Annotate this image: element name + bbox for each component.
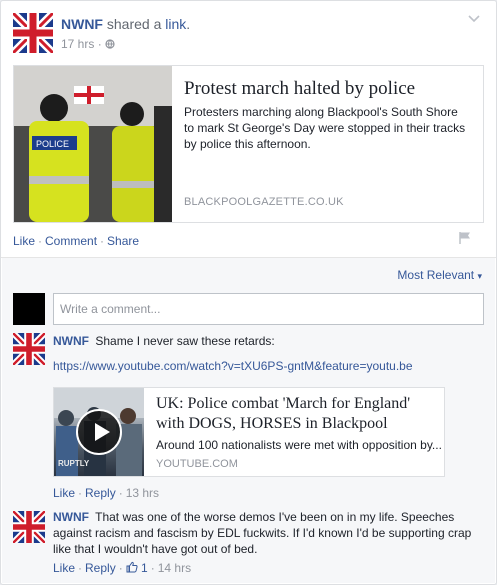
comment-url[interactable]: https://www.youtube.com/watch?v=tXU6PS-g… <box>53 359 413 373</box>
action-text: shared a <box>106 16 162 32</box>
comment-reply-button[interactable]: Reply <box>85 486 116 500</box>
action-sep: · <box>118 561 123 575</box>
ruptly-watermark: RUPTLY <box>58 459 90 468</box>
video-title[interactable]: UK: Police combat 'March for England' wi… <box>156 394 438 434</box>
action-sep: · <box>100 234 105 248</box>
commenter-avatar[interactable] <box>13 333 45 365</box>
globe-icon[interactable] <box>105 39 115 49</box>
meta-separator: · <box>97 37 102 51</box>
comment-time[interactable]: 14 hrs <box>158 561 191 575</box>
post-meta: 17 hrs · <box>61 37 115 51</box>
link-preview[interactable]: POLICE Protest march halted by police Pr… <box>13 65 484 223</box>
comment-author[interactable]: NWNF <box>53 334 89 348</box>
union-flag-icon <box>13 333 45 365</box>
thumbs-up-icon[interactable] <box>126 561 138 573</box>
action-sep: · <box>78 486 83 500</box>
union-flag-icon <box>13 511 45 543</box>
action-bar: Like · Comment · Share <box>13 234 139 248</box>
comment-body: NWNF That was one of the worse demos I'v… <box>53 509 476 557</box>
caret-down-icon: ▾ <box>477 271 482 281</box>
action-end: . <box>186 16 191 32</box>
chevron-down-icon[interactable] <box>468 15 480 23</box>
preview-thumbnail: POLICE <box>14 66 172 222</box>
union-flag-icon <box>13 13 53 53</box>
comment-body: NWNF Shame I never saw these retards: ht… <box>53 333 484 374</box>
play-icon[interactable] <box>76 409 122 455</box>
post-card: NWNF shared a link. 17 hrs · POLICE Prot… <box>0 0 497 585</box>
comment-author[interactable]: NWNF <box>53 510 89 524</box>
comment-text: Shame I never saw these retards: <box>95 334 275 348</box>
video-thumbnail: RUPTLY <box>54 388 144 476</box>
shared-link[interactable]: link <box>165 16 186 32</box>
comment-item: NWNF Shame I never saw these retards: ht… <box>13 333 484 373</box>
video-domain: YOUTUBE.COM <box>156 458 238 470</box>
user-avatar <box>13 293 45 325</box>
sort-label: Most Relevant <box>397 268 475 282</box>
comment-time[interactable]: 13 hrs <box>126 486 159 500</box>
comment-button[interactable]: Comment <box>45 234 97 248</box>
flag-icon[interactable] <box>458 231 472 245</box>
action-sep: · <box>118 486 123 500</box>
police-sign: POLICE <box>36 139 69 149</box>
post-headline: NWNF shared a link. <box>61 16 190 32</box>
comment-like-button[interactable]: Like <box>53 561 75 575</box>
comment-actions: Like · Reply · 13 hrs <box>53 486 159 500</box>
action-sep: · <box>150 561 155 575</box>
comment-text: That was one of the worse demos I've bee… <box>53 510 472 556</box>
post-time[interactable]: 17 hrs <box>61 37 94 51</box>
video-preview[interactable]: RUPTLY UK: Police combat 'March for Engl… <box>53 387 445 477</box>
preview-description: Protesters marching along Blackpool's So… <box>184 105 466 151</box>
action-sep: · <box>38 234 43 248</box>
video-description: Around 100 nationalists were met with op… <box>156 438 442 452</box>
action-sep: · <box>78 561 83 575</box>
post-header: NWNF shared a link. 17 hrs · <box>13 13 484 57</box>
comment-like-button[interactable]: Like <box>53 486 75 500</box>
like-button[interactable]: Like <box>13 234 35 248</box>
author-name[interactable]: NWNF <box>61 16 103 32</box>
comment-reply-button[interactable]: Reply <box>85 561 116 575</box>
police-photo: POLICE <box>14 66 172 222</box>
comment-like-count[interactable]: 1 <box>141 561 148 575</box>
comment-item: NWNF That was one of the worse demos I'v… <box>13 509 484 559</box>
commenter-avatar[interactable] <box>13 511 45 543</box>
preview-title[interactable]: Protest march halted by police <box>184 78 473 100</box>
share-button[interactable]: Share <box>107 234 139 248</box>
sort-dropdown[interactable]: Most Relevant ▾ <box>397 268 482 282</box>
page-avatar[interactable] <box>13 13 53 53</box>
comment-input[interactable]: Write a comment... <box>53 293 484 325</box>
preview-domain: BLACKPOOLGAZETTE.CO.UK <box>184 196 344 208</box>
comment-actions: Like · Reply · 1 · 14 hrs <box>53 561 191 575</box>
